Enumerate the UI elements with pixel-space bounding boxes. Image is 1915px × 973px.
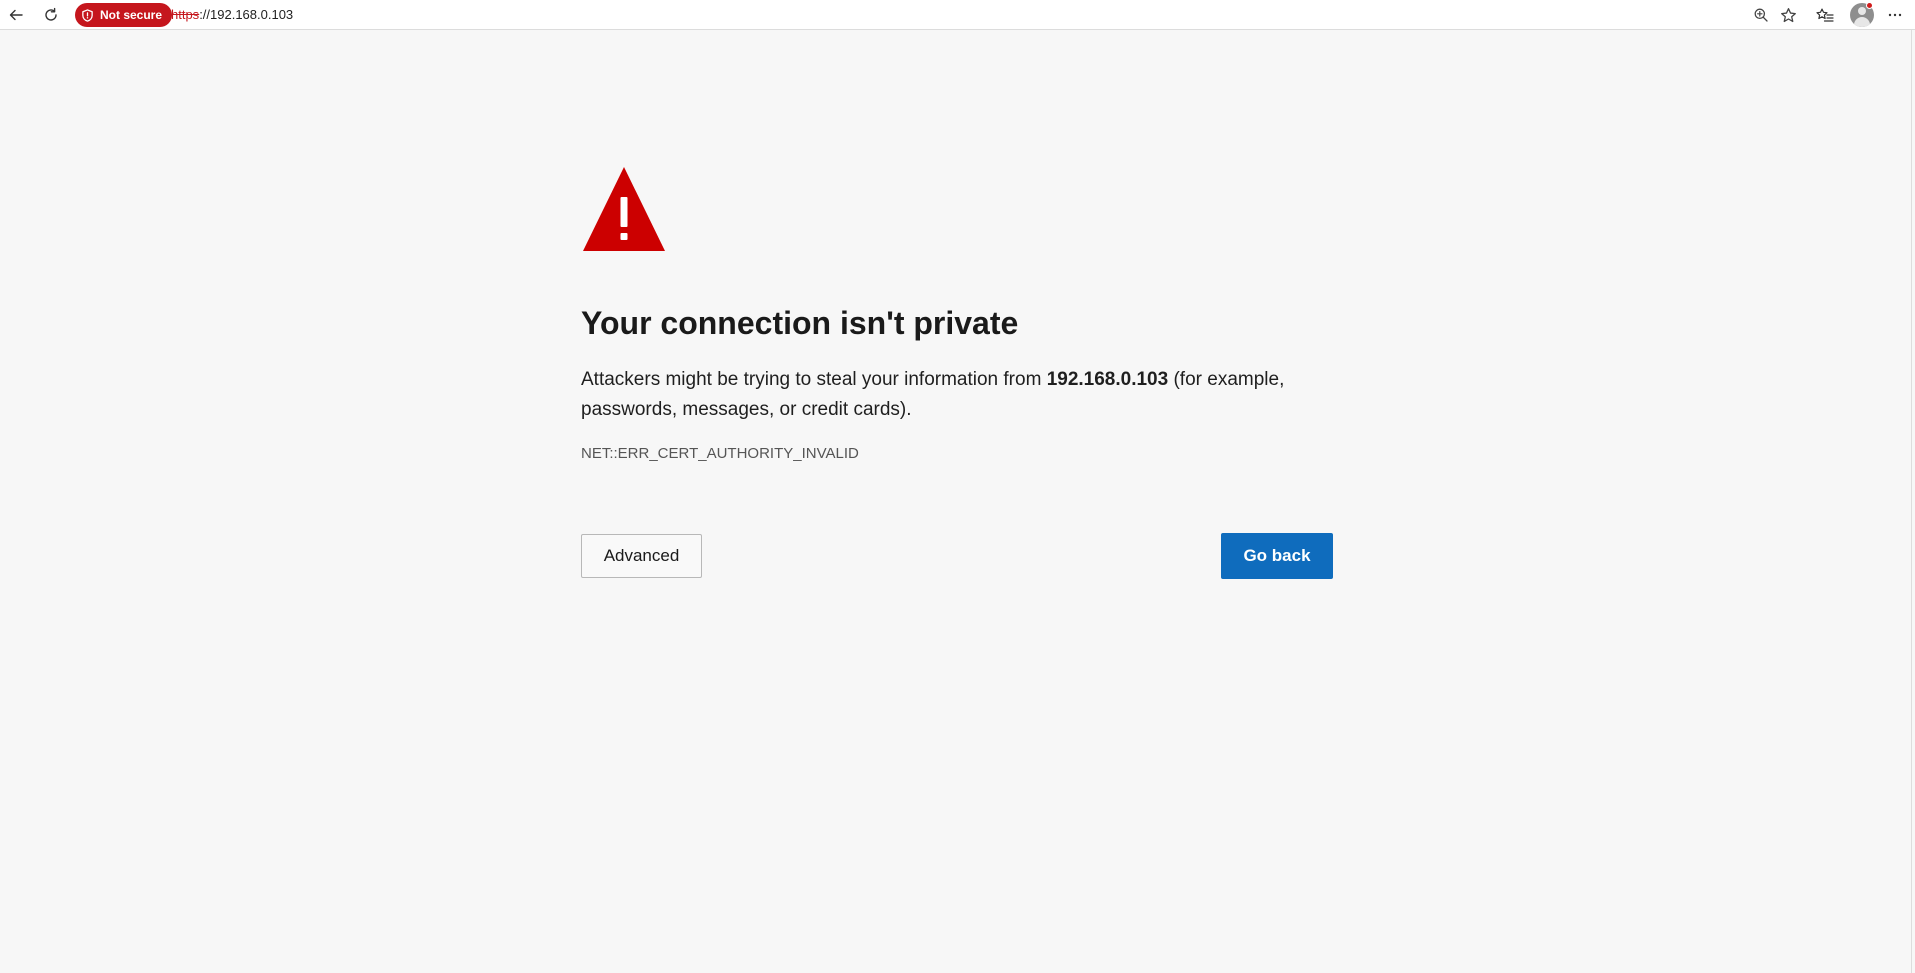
shield-warning-icon: [81, 8, 94, 22]
url-text[interactable]: https://192.168.0.103: [171, 7, 293, 22]
description-text-start: Attackers might be trying to steal your …: [581, 369, 1047, 390]
description-host: 192.168.0.103: [1046, 369, 1169, 390]
back-button[interactable]: [3, 2, 29, 28]
error-code[interactable]: NET::ERR_CERT_AUTHORITY_INVALID: [581, 445, 859, 462]
go-back-button[interactable]: Go back: [1221, 533, 1333, 579]
page-title: Your connection isn't private: [581, 305, 1019, 341]
url-scheme: https: [171, 7, 200, 22]
reload-button[interactable]: [38, 2, 64, 28]
favorites-list-icon: [1816, 8, 1834, 22]
star-icon: [1780, 7, 1796, 22]
url-host: ://192.168.0.103: [199, 7, 294, 22]
more-options-button[interactable]: [1882, 2, 1908, 28]
advanced-button[interactable]: Advanced: [581, 534, 702, 578]
not-secure-indicator[interactable]: Not secure: [75, 3, 173, 27]
reload-icon: [45, 7, 57, 21]
not-secure-label: Not secure: [100, 8, 163, 22]
scrollbar-track[interactable]: [1911, 30, 1912, 973]
avatar-shoulders: [1854, 17, 1870, 27]
address-bar[interactable]: Not secure https://192.168.0.103: [73, 1, 1803, 29]
error-description: Attackers might be trying to steal your …: [581, 365, 1333, 425]
favorite-button[interactable]: [1776, 3, 1800, 27]
back-arrow-icon: [9, 9, 23, 21]
profile-notification-dot: [1866, 2, 1873, 9]
warning-triangle-icon: [583, 167, 665, 251]
favorites-button[interactable]: [1812, 2, 1838, 28]
zoom-in-icon: [1754, 8, 1768, 22]
more-options-icon: [1888, 13, 1902, 17]
browser-toolbar: Not secure https://192.168.0.103: [0, 0, 1915, 30]
zoom-button[interactable]: [1749, 3, 1773, 27]
avatar-head: [1858, 7, 1866, 15]
